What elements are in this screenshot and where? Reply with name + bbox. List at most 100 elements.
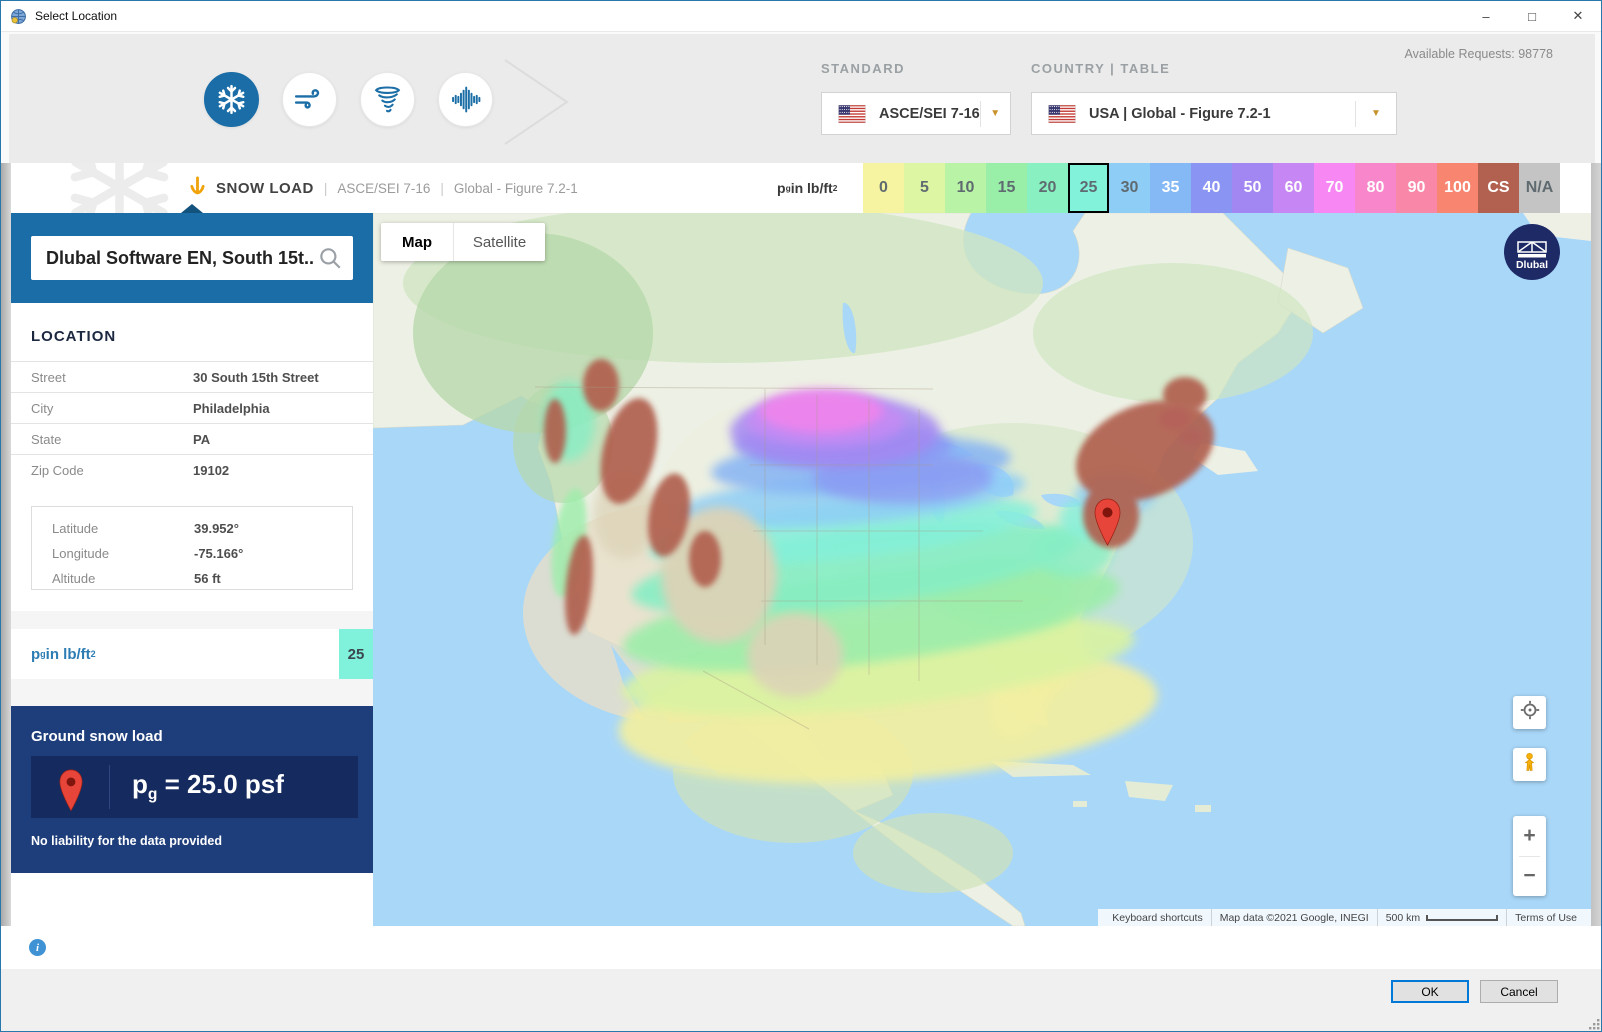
coordinate-row: Longitude -75.166° [32, 541, 352, 566]
location-field-row: Street 30 South 15th Street [11, 361, 373, 392]
panel-notch [181, 204, 203, 213]
coordinates-box: Latitude 39.952° Longitude -75.166° Altitude… [31, 506, 353, 590]
map-attribution: Keyboard shortcuts Map data ©2021 Google… [1098, 909, 1591, 926]
right-gutter [1591, 163, 1601, 966]
header-panel: STANDARD ASCE/SEI 7-16 ▼ COUNTRY | TABLE… [9, 34, 1595, 163]
seismic-load-button[interactable] [438, 72, 493, 127]
map-button[interactable]: Map [381, 223, 453, 261]
legend-cell-100[interactable]: 100 [1437, 163, 1478, 213]
my-location-button[interactable] [1513, 696, 1546, 729]
map-canvas[interactable]: Map Satellite Dlubal + − Keyboard shortc… [373, 213, 1591, 926]
snowflake-watermark-icon [57, 163, 182, 213]
us-flag-icon [1048, 104, 1076, 123]
legend-cell-80[interactable]: 80 [1355, 163, 1396, 213]
location-field-row: City Philadelphia [11, 392, 373, 423]
field-value: 30 South 15th Street [193, 369, 319, 385]
download-arrow-icon [189, 176, 206, 200]
legend-cell-50[interactable]: 50 [1232, 163, 1273, 213]
action-buttons [11, 879, 373, 915]
available-requests: Available Requests: 98778 [1404, 47, 1554, 61]
close-icon[interactable]: ✕ [1555, 1, 1601, 31]
map-scale: 500 km [1378, 912, 1506, 924]
legend-cell-20[interactable]: 20 [1027, 163, 1068, 213]
coord-label: Longitude [52, 546, 110, 561]
coord-label: Latitude [52, 521, 99, 536]
title-bar: Select Location – □ ✕ [1, 1, 1601, 32]
window-title: Select Location [35, 9, 118, 23]
search-input[interactable] [44, 246, 317, 270]
legend-cell-cs[interactable]: CS [1478, 163, 1519, 213]
disclaimer: No liability for the data provided [31, 834, 222, 848]
result-title: Ground snow load [31, 728, 163, 745]
chevron-down-icon: ▼ [1371, 108, 1381, 119]
dlubal-logo[interactable]: Dlubal [1504, 224, 1560, 280]
legend-cell-n-a[interactable]: N/A [1519, 163, 1560, 213]
zoom-out-button[interactable]: − [1513, 857, 1546, 897]
location-field-row: State PA [11, 423, 373, 454]
load-type-buttons [204, 72, 493, 127]
maximize-icon[interactable]: □ [1509, 1, 1555, 31]
snow-load-button[interactable] [204, 72, 259, 127]
terms-of-use-link[interactable]: Terms of Use [1507, 912, 1585, 924]
field-value: 19102 [193, 462, 230, 478]
legend-cell-90[interactable]: 90 [1396, 163, 1437, 213]
app-icon [10, 8, 27, 25]
legend-cell-5[interactable]: 5 [904, 163, 945, 213]
legend-cell-15[interactable]: 15 [986, 163, 1027, 213]
result-box: pg = 25.0 psf [31, 756, 358, 818]
zoom-control: + − [1513, 816, 1546, 896]
legend-cell-0[interactable]: 0 [863, 163, 904, 213]
us-flag-icon [838, 104, 866, 123]
field-label: City [31, 400, 54, 416]
snow-load-title: SNOW LOAD [216, 179, 314, 197]
dialog-button-bar: OK Cancel [1, 969, 1601, 1031]
field-label: State [31, 431, 62, 447]
legend-cell-30[interactable]: 30 [1109, 163, 1150, 213]
tornado-icon [371, 83, 404, 116]
cancel-button[interactable]: Cancel [1480, 980, 1558, 1003]
info-icon: i [29, 939, 46, 956]
location-fields: Street 30 South 15th Street City Philadelph… [11, 361, 373, 485]
map-type-toggle: Map Satellite [381, 223, 545, 261]
legend-unit-label: pg in lb/ft 2 [777, 180, 838, 196]
tornado-load-button[interactable] [360, 72, 415, 127]
search-box [31, 236, 353, 280]
wind-icon [293, 83, 326, 116]
map-data-credit: Map data ©2021 Google, INEGI [1219, 911, 1369, 924]
country-table-label: COUNTRY | TABLE [1031, 61, 1171, 76]
ok-button[interactable]: OK [1391, 980, 1469, 1003]
resize-grip[interactable] [1587, 1017, 1601, 1031]
minimize-icon[interactable]: – [1463, 1, 1509, 31]
country-table-dropdown[interactable]: USA | Global - Figure 7.2-1 ▼ [1031, 92, 1397, 135]
location-marker-pin [1094, 498, 1121, 546]
zoom-in-button[interactable]: + [1513, 816, 1546, 856]
legend-cell-60[interactable]: 60 [1273, 163, 1314, 213]
keyboard-shortcuts-link[interactable]: Keyboard shortcuts [1104, 912, 1210, 924]
footer-bar: i [1, 926, 1601, 969]
result-formula: pg = 25.0 psf [132, 769, 284, 804]
pegman-icon [1519, 752, 1540, 778]
standard-dropdown[interactable]: ASCE/SEI 7-16 ▼ [821, 92, 1011, 135]
chevron-separator [504, 59, 569, 145]
coord-value: -75.166° [194, 546, 244, 561]
svg-text:Dlubal: Dlubal [1516, 259, 1548, 271]
country-table-value: USA | Global - Figure 7.2-1 [1089, 105, 1271, 122]
map-graphic [373, 213, 1591, 926]
search-icon[interactable] [317, 245, 343, 271]
street-view-pegman[interactable] [1513, 748, 1546, 781]
location-sidebar: LOCATION Street 30 South 15th Street City P… [11, 204, 373, 926]
legend-cell-25[interactable]: 25 [1068, 163, 1109, 213]
legend-cell-70[interactable]: 70 [1314, 163, 1355, 213]
ground-snow-load-panel: Ground snow load pg = 25.0 psf No liabil… [11, 706, 373, 873]
legend-cell-10[interactable]: 10 [945, 163, 986, 213]
wind-load-button[interactable] [282, 72, 337, 127]
search-panel [11, 204, 373, 303]
legend-cell-40[interactable]: 40 [1191, 163, 1232, 213]
coord-label: Altitude [52, 571, 96, 586]
pg-unit-label: pg in lb/ft 2 [31, 645, 96, 663]
satellite-button[interactable]: Satellite [453, 223, 545, 261]
snow-load-standard: ASCE/SEI 7-16 [337, 180, 431, 196]
legend-cell-35[interactable]: 35 [1150, 163, 1191, 213]
snow-load-legend: 0 5 10 15 20 25 30 35 40 50 60 70 80 90 100 CS N/A [863, 163, 1560, 213]
field-label: Zip Code [31, 462, 84, 478]
